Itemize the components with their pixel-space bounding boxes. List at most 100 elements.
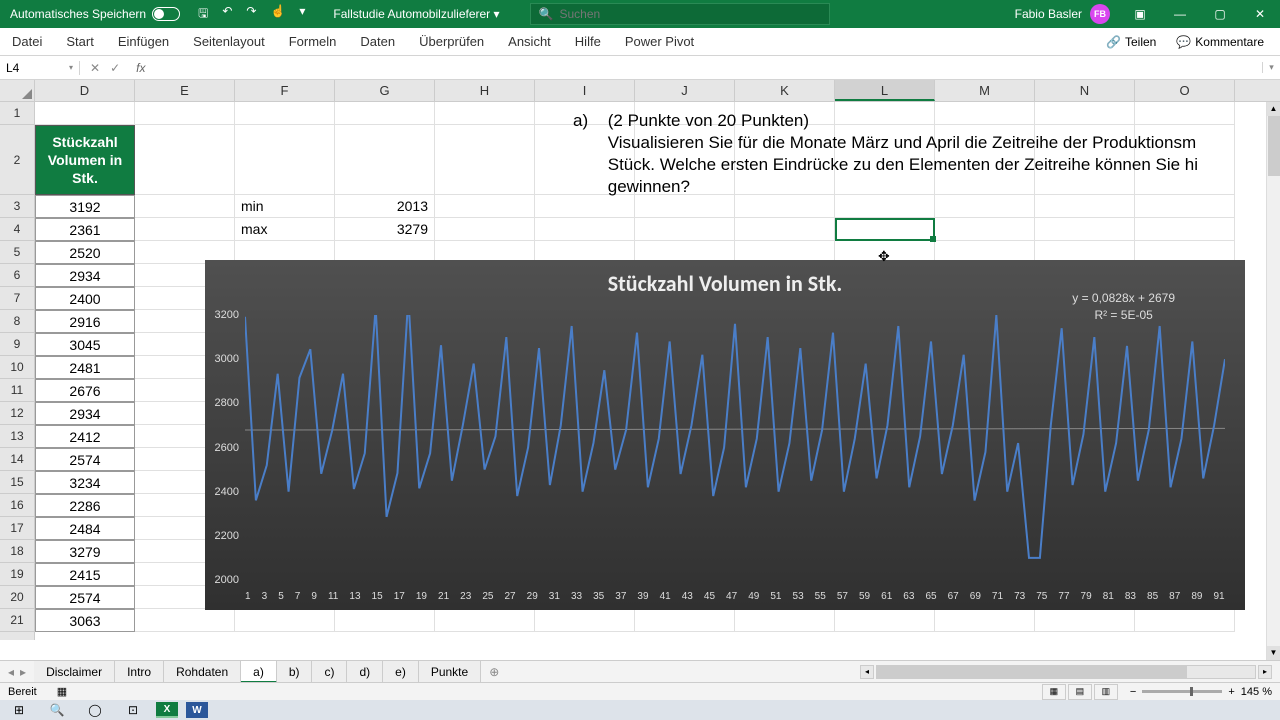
scroll-up-icon[interactable]: ▲	[1267, 102, 1280, 116]
document-name[interactable]: Fallstudie Automobilzulieferer ▾	[313, 7, 519, 21]
touch-icon[interactable]: ☝	[270, 4, 285, 25]
scroll-down-icon[interactable]: ▼	[1267, 646, 1280, 660]
cell[interactable]: 2400	[35, 287, 135, 310]
cell[interactable]: 2934	[35, 264, 135, 287]
user-account[interactable]: Fabio Basler FB	[1005, 4, 1120, 24]
cell[interactable]	[935, 609, 1035, 632]
ribbon-tab-einfügen[interactable]: Einfügen	[106, 28, 181, 56]
page-break-icon[interactable]: ▥	[1094, 684, 1118, 700]
cell[interactable]	[735, 609, 835, 632]
row-header[interactable]: 4	[0, 218, 34, 241]
cell[interactable]	[935, 195, 1035, 218]
cell[interactable]: 2412	[35, 425, 135, 448]
ribbon-tab-ansicht[interactable]: Ansicht	[496, 28, 563, 56]
cell[interactable]: min	[235, 195, 335, 218]
cell[interactable]	[635, 609, 735, 632]
cancel-icon[interactable]: ✕	[90, 61, 100, 75]
sheet-tab[interactable]: Rohdaten	[164, 661, 241, 683]
close-button[interactable]: ✕	[1240, 0, 1280, 28]
maximize-button[interactable]: ▢	[1200, 0, 1240, 28]
cell[interactable]: 2934	[35, 402, 135, 425]
ribbon-tab-seitenlayout[interactable]: Seitenlayout	[181, 28, 277, 56]
sheet-tab[interactable]: Disclaimer	[34, 661, 115, 683]
row-header[interactable]: 2	[0, 125, 34, 195]
sheet-tab[interactable]: e)	[383, 661, 419, 683]
cell[interactable]	[1035, 218, 1135, 241]
cell[interactable]	[435, 195, 535, 218]
toggle-icon[interactable]	[152, 7, 180, 21]
cell[interactable]	[735, 195, 835, 218]
column-header[interactable]: I	[535, 80, 635, 101]
share-button[interactable]: 🔗 Teilen	[1098, 35, 1164, 49]
cell[interactable]	[235, 125, 335, 195]
cell[interactable]	[335, 609, 435, 632]
cell[interactable]: 2574	[35, 586, 135, 609]
sheet-tab[interactable]: b)	[277, 661, 313, 683]
cell[interactable]	[135, 125, 235, 195]
row-header[interactable]: 19	[0, 563, 34, 586]
horizontal-scrollbar[interactable]: ◂ ▸	[860, 665, 1280, 679]
cell[interactable]	[335, 125, 435, 195]
cell[interactable]: 2916	[35, 310, 135, 333]
name-box[interactable]: L4▾	[0, 61, 80, 75]
cell[interactable]	[935, 218, 1035, 241]
sheet-tab[interactable]: Punkte	[419, 661, 481, 683]
view-buttons[interactable]: ▦ ▤ ▥	[1042, 684, 1118, 700]
search-input[interactable]	[559, 7, 820, 21]
scroll-thumb[interactable]	[1268, 116, 1280, 176]
zoom-slider[interactable]	[1142, 690, 1222, 693]
cell[interactable]: 3045	[35, 333, 135, 356]
column-header[interactable]: G	[335, 80, 435, 101]
row-header[interactable]: 1	[0, 102, 34, 125]
start-button[interactable]: ⊞	[4, 701, 34, 719]
column-header[interactable]: J	[635, 80, 735, 101]
redo-icon[interactable]: ↷	[246, 4, 256, 25]
add-sheet-button[interactable]: ⊕	[481, 665, 507, 679]
comments-button[interactable]: 💬 Kommentare	[1168, 35, 1272, 49]
column-header[interactable]: H	[435, 80, 535, 101]
undo-icon[interactable]: ↶	[222, 4, 232, 25]
select-all-corner[interactable]	[0, 80, 34, 102]
cortana-icon[interactable]: ◯	[80, 701, 110, 719]
ribbon-tab-power pivot[interactable]: Power Pivot	[613, 28, 706, 56]
cell[interactable]	[1135, 195, 1235, 218]
task-view-icon[interactable]: ⊡	[118, 701, 148, 719]
row-header[interactable]: 18	[0, 540, 34, 563]
row-header[interactable]: 13	[0, 425, 34, 448]
cell[interactable]	[535, 609, 635, 632]
excel-taskbar-icon[interactable]: X	[156, 702, 178, 718]
chart[interactable]: Stückzahl Volumen in Stk. y = 0,0828x + …	[205, 260, 1245, 610]
cell[interactable]	[135, 195, 235, 218]
cell[interactable]	[235, 102, 335, 125]
cell[interactable]: 2013	[335, 195, 435, 218]
cell[interactable]	[535, 195, 635, 218]
cell[interactable]: 3063	[35, 609, 135, 632]
row-header[interactable]: 15	[0, 471, 34, 494]
cell[interactable]	[1135, 609, 1235, 632]
zoom-in-icon[interactable]: +	[1228, 686, 1234, 698]
dropdown-icon[interactable]: ▾	[299, 4, 305, 25]
cell[interactable]: 2520	[35, 241, 135, 264]
column-header[interactable]: E	[135, 80, 235, 101]
row-header[interactable]: 5	[0, 241, 34, 264]
cell[interactable]	[235, 609, 335, 632]
row-header[interactable]: 21	[0, 609, 34, 632]
cell[interactable]	[835, 609, 935, 632]
column-header[interactable]: L	[835, 80, 935, 101]
sheet-tab[interactable]: c)	[312, 661, 347, 683]
row-header[interactable]: 12	[0, 402, 34, 425]
formula-input[interactable]	[151, 60, 1262, 75]
word-taskbar-icon[interactable]: W	[186, 702, 208, 718]
column-header[interactable]: M	[935, 80, 1035, 101]
expand-formula-icon[interactable]: ▾	[1262, 62, 1280, 73]
row-header[interactable]: 6	[0, 264, 34, 287]
cell[interactable]	[335, 102, 435, 125]
macro-record-icon[interactable]: ▦	[57, 685, 67, 698]
page-layout-icon[interactable]: ▤	[1068, 684, 1092, 700]
cell[interactable]: 2574	[35, 448, 135, 471]
cell[interactable]: 3234	[35, 471, 135, 494]
enter-icon[interactable]: ✓	[110, 61, 120, 75]
cell[interactable]	[135, 609, 235, 632]
zoom-out-icon[interactable]: −	[1130, 686, 1136, 698]
row-header[interactable]: 16	[0, 494, 34, 517]
